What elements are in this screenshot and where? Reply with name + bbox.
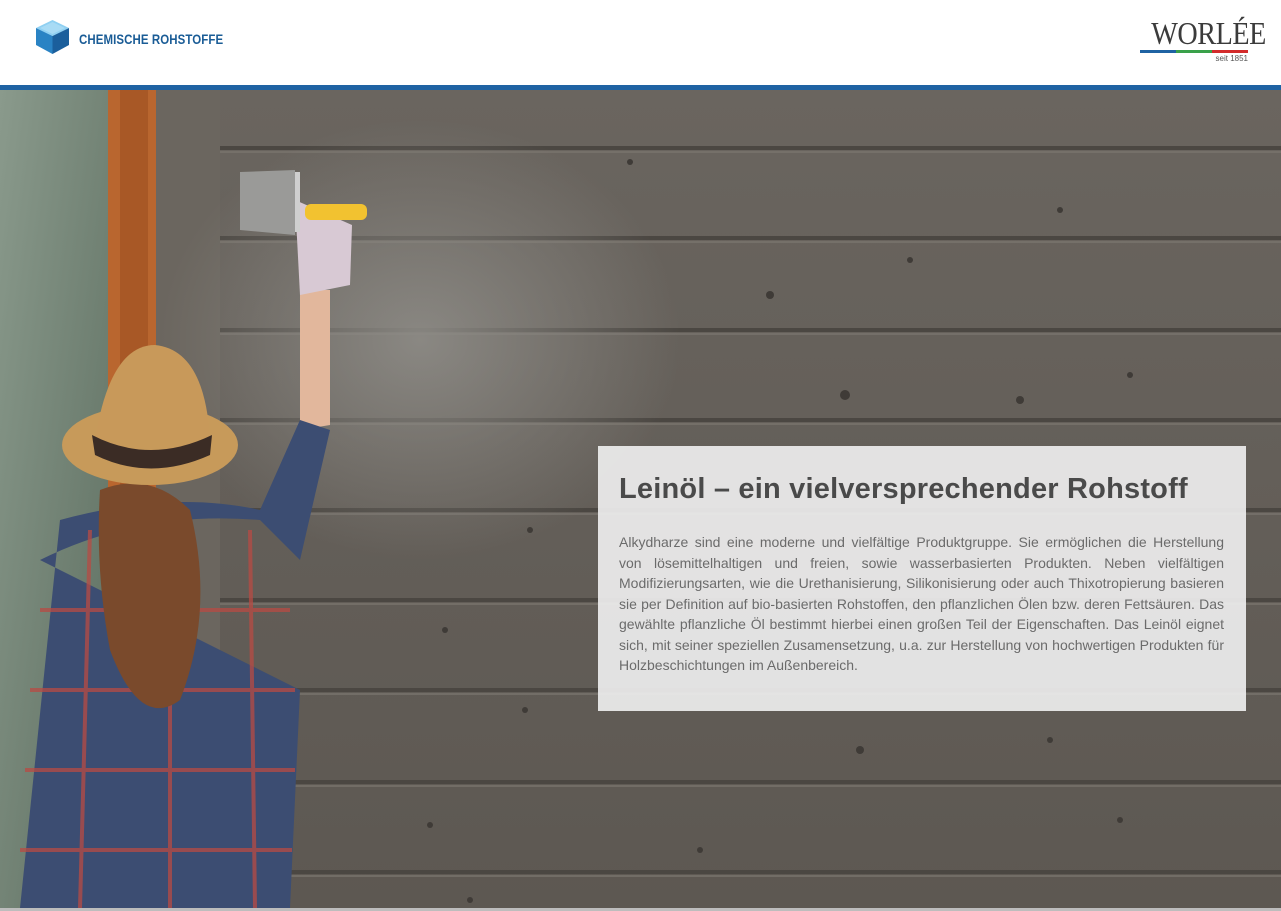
panel-title: Leinöl – ein vielversprechender Rohstoff (619, 473, 1188, 505)
worlee-color-bars (1140, 50, 1248, 53)
site-header: CHEMISCHE ROHSTOFFE WORLÉE seit 1851 (0, 0, 1281, 86)
brand-name: CHEMISCHE ROHSTOFFE (79, 31, 224, 47)
brand-logo[interactable]: CHEMISCHE ROHSTOFFE (34, 18, 255, 61)
panel-body-text: Alkydharze sind eine moderne und vielfäl… (619, 534, 1224, 673)
cube-logo-icon (34, 18, 71, 61)
worlee-wordmark: WORLÉE (1151, 15, 1266, 51)
worlee-logo[interactable]: WORLÉE seit 1851 (1138, 14, 1266, 66)
worlee-tagline: seit 1851 (1215, 54, 1248, 63)
info-panel: Leinöl – ein vielversprechender Rohstoff… (598, 446, 1246, 711)
